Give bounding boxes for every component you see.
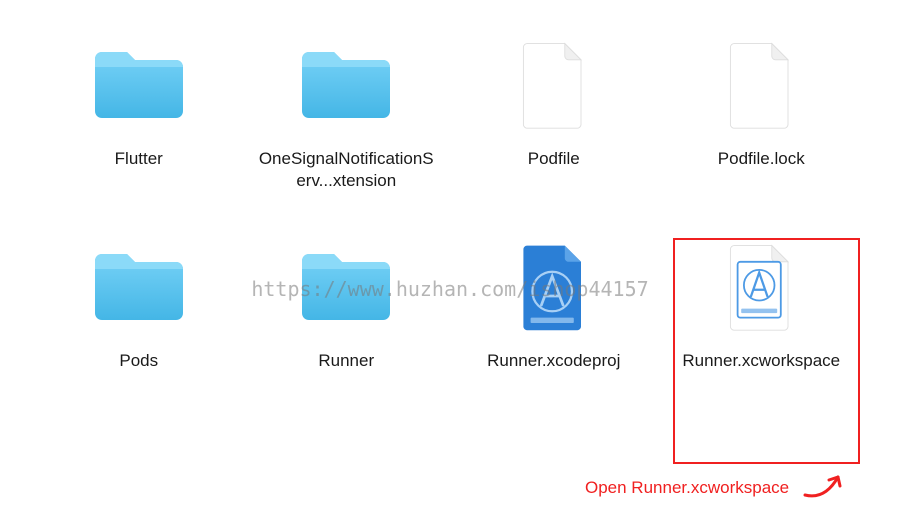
file-blank-icon (706, 30, 816, 140)
file-item-pods[interactable]: Pods (50, 232, 228, 372)
item-label: Runner.xcworkspace (682, 350, 840, 372)
folder-icon (84, 30, 194, 140)
item-label: Runner (318, 350, 374, 372)
file-item-podfile-lock[interactable]: Podfile.lock (673, 30, 851, 192)
item-label: Runner.xcodeproj (487, 350, 620, 372)
folder-icon (84, 232, 194, 342)
file-item-xcodeproj[interactable]: Runner.xcodeproj (465, 232, 643, 372)
file-blank-icon (499, 30, 609, 140)
folder-icon (291, 30, 401, 140)
file-item-flutter[interactable]: Flutter (50, 30, 228, 192)
annotation-arrow-icon (800, 465, 850, 505)
item-label: Flutter (115, 148, 163, 170)
file-item-podfile[interactable]: Podfile (465, 30, 643, 192)
item-label: Pods (119, 350, 158, 372)
xcworkspace-icon (706, 232, 816, 342)
file-item-runner[interactable]: Runner (258, 232, 436, 372)
item-label: Podfile (528, 148, 580, 170)
file-grid: Flutter OneSignalNotificationServ...xten… (50, 30, 850, 372)
folder-icon (291, 232, 401, 342)
file-item-xcworkspace[interactable]: Runner.xcworkspace (673, 232, 851, 372)
item-label: OneSignalNotificationServ...xtension (258, 148, 436, 192)
annotation-text: Open Runner.xcworkspace (585, 478, 789, 498)
item-label: Podfile.lock (718, 148, 805, 170)
file-item-onesignal[interactable]: OneSignalNotificationServ...xtension (258, 30, 436, 192)
xcodeproj-icon (499, 232, 609, 342)
